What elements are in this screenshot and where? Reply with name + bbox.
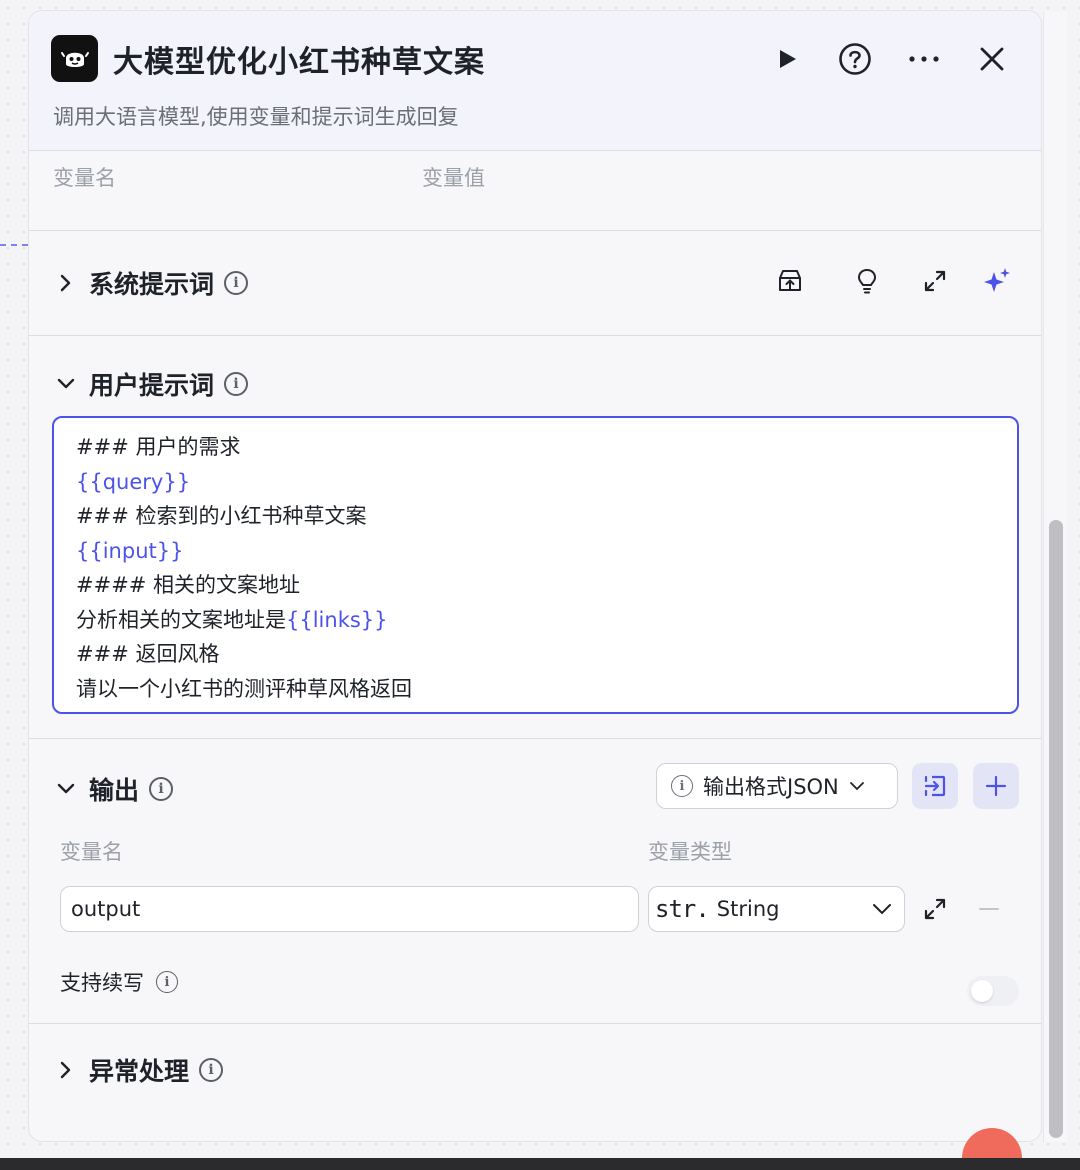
output-type-select[interactable]: str. String (648, 886, 905, 932)
import-button[interactable] (912, 763, 958, 809)
output-name-value: output (71, 897, 141, 921)
info-icon: i (671, 775, 693, 797)
expand-icon[interactable] (917, 263, 953, 299)
chevron-right-icon[interactable] (53, 1057, 79, 1083)
output-header[interactable]: 输出 i (53, 771, 174, 807)
prompt-line: {{input}} (76, 534, 995, 569)
bottom-bar (0, 1158, 1080, 1170)
system-prompt-section: 系统提示词 i (29, 231, 1041, 336)
prompt-line: 请以一个小红书的测评种草风格返回 (76, 676, 412, 701)
type-prefix: str. (655, 895, 710, 923)
panel-header: 大模型优化小红书种草文案 调用大语言模型,使用变量和提示词生成回复 (29, 11, 1041, 151)
info-icon[interactable]: i (156, 971, 178, 993)
variable-token: {{links}} (286, 607, 388, 632)
sparkle-icon[interactable] (979, 263, 1015, 299)
prompt-line: ### 检索到的小红书种草文案 (76, 504, 367, 528)
input-section: 变量名 变量值 (29, 151, 1041, 231)
help-icon[interactable] (835, 39, 875, 79)
exception-section: 异常处理 i (29, 1024, 1041, 1141)
column-header-name: 变量名 (53, 166, 116, 190)
section-title: 输出 (89, 776, 140, 805)
info-icon[interactable]: i (149, 777, 174, 801)
scrollbar-thumb[interactable] (1049, 520, 1063, 1138)
section-title: 异常处理 (89, 1057, 190, 1086)
remove-icon[interactable] (971, 891, 1007, 927)
prompt-line: {{query}} (76, 465, 995, 500)
lightbulb-icon[interactable] (849, 263, 885, 299)
output-section: 输出 i i 输出格式JSON 变量名 变量类型 output str. Str… (29, 739, 1041, 1024)
system-prompt-header[interactable]: 系统提示词 i (53, 265, 249, 301)
output-format-select[interactable]: i 输出格式JSON (656, 763, 898, 809)
user-prompt-editor[interactable]: ### 用户的需求 {{query}} ### 检索到的小红书种草文案 {{in… (52, 416, 1019, 714)
plus-icon (985, 775, 1007, 797)
variable-token: {{input}} (76, 538, 184, 563)
more-icon[interactable] (904, 39, 944, 79)
info-icon[interactable]: i (199, 1058, 224, 1082)
info-icon[interactable]: i (224, 372, 249, 396)
section-title: 系统提示词 (89, 270, 215, 299)
user-prompt-section: 用户提示词 i ### 用户的需求 {{query}} ### 检索到的小红书种… (29, 336, 1041, 739)
robot-icon (51, 35, 98, 82)
prompt-line: ### 返回风格 (76, 642, 220, 666)
library-icon[interactable] (772, 263, 808, 299)
user-prompt-header[interactable]: 用户提示词 i (53, 366, 249, 402)
exception-header[interactable]: 异常处理 i (53, 1052, 224, 1088)
prompt-line: ### 用户的需求 (76, 435, 241, 459)
expand-icon[interactable] (917, 891, 953, 927)
prompt-line: 分析相关的文案地址是{{links}} (76, 607, 388, 632)
chevron-down-icon[interactable] (53, 776, 79, 802)
node-description[interactable]: 调用大语言模型,使用变量和提示词生成回复 (53, 101, 459, 131)
continue-writing-label: 支持续写 (60, 971, 144, 995)
section-title: 用户提示词 (89, 371, 215, 400)
node-title[interactable]: 大模型优化小红书种草文案 (113, 37, 485, 81)
type-value: String (716, 897, 780, 921)
prompt-line: #### 相关的文案地址 (76, 573, 301, 597)
node-settings-panel: 大模型优化小红书种草文案 调用大语言模型,使用变量和提示词生成回复 变量名 变量… (28, 10, 1042, 1142)
chevron-down-icon (849, 782, 864, 791)
info-icon[interactable]: i (224, 271, 249, 295)
column-header-name: 变量名 (60, 840, 123, 864)
close-icon[interactable] (972, 39, 1012, 79)
add-output-button[interactable] (973, 763, 1019, 809)
import-icon (924, 775, 946, 797)
continue-writing-row: 支持续写 i (60, 967, 178, 997)
continue-writing-toggle[interactable] (967, 976, 1019, 1006)
chevron-down-icon (873, 904, 891, 915)
column-header-value: 变量值 (422, 166, 485, 190)
chevron-right-icon[interactable] (53, 270, 79, 296)
output-name-input[interactable]: output (60, 886, 639, 932)
play-icon[interactable] (767, 39, 807, 79)
output-format-label: 输出格式JSON (703, 775, 839, 799)
column-header-type: 变量类型 (648, 840, 732, 864)
connection-edge (0, 236, 28, 246)
chevron-down-icon[interactable] (53, 371, 79, 397)
variable-token: {{query}} (76, 469, 191, 494)
